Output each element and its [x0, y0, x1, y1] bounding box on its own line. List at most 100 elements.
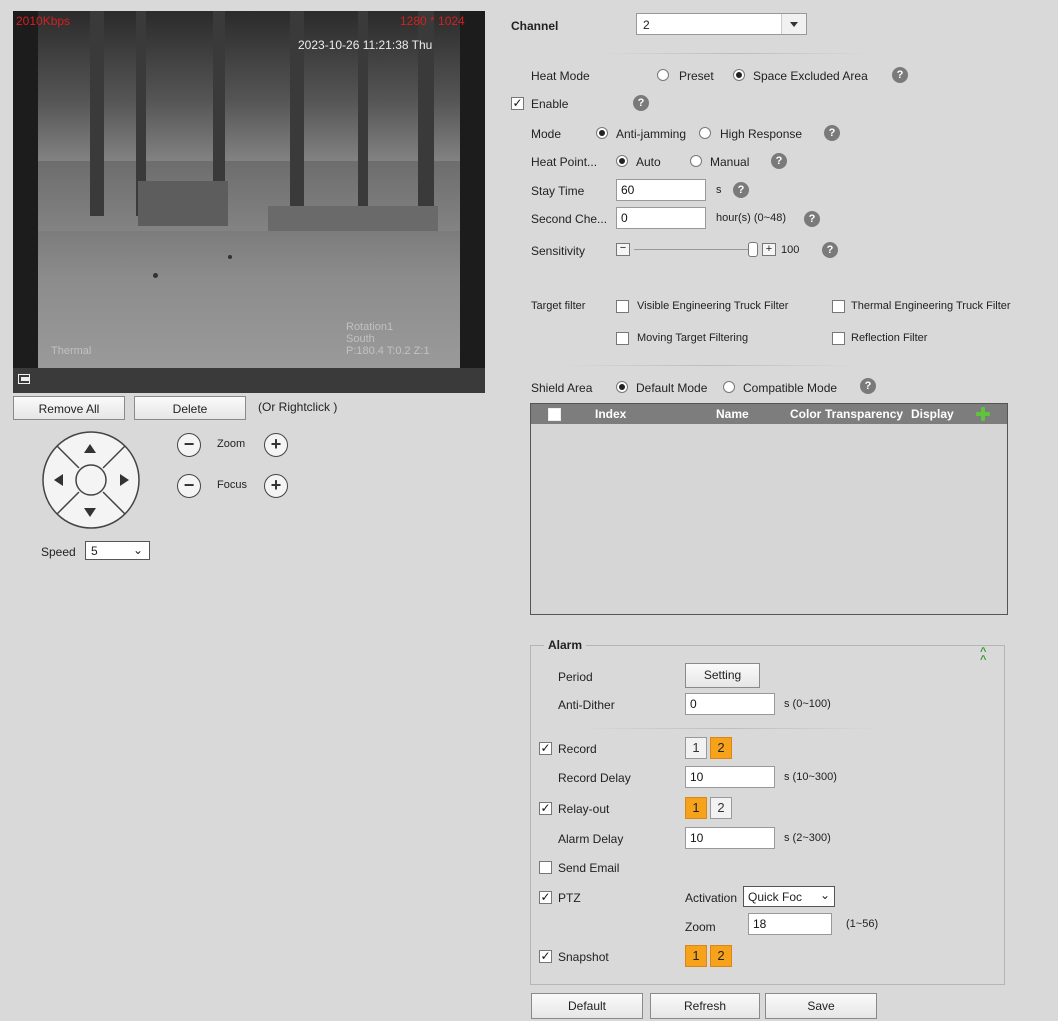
snapshot-checkbox[interactable]: ✓: [539, 950, 552, 963]
setting-button[interactable]: Setting: [685, 663, 760, 688]
resolution-overlay: 1280 * 1024: [400, 14, 465, 28]
shield-default-mode-label: Default Mode: [636, 381, 708, 395]
heat-mode-space-excluded-radio[interactable]: [733, 69, 745, 81]
column-name: Name: [716, 407, 749, 421]
heat-point-label: Heat Point...: [531, 155, 598, 169]
activation-value: Quick Foc: [748, 890, 803, 904]
second-check-input[interactable]: 0: [616, 207, 706, 229]
select-all-checkbox[interactable]: [548, 408, 561, 421]
thermal-truck-filter-checkbox[interactable]: [832, 300, 845, 313]
help-icon[interactable]: ?: [771, 153, 787, 169]
ptz-center-button[interactable]: [77, 466, 105, 494]
rightclick-hint: (Or Rightclick ): [258, 400, 338, 414]
sensitivity-decrease-button[interactable]: −: [616, 243, 630, 256]
visible-truck-filter-label: Visible Engineering Truck Filter: [637, 300, 789, 312]
ptz-zoom-input[interactable]: 18: [748, 913, 832, 935]
video-preview[interactable]: 2010Kbps 1280 * 1024 2023-10-26 11:21:38…: [13, 11, 485, 368]
zoom-out-button[interactable]: −: [177, 433, 201, 457]
record-label: Record: [558, 742, 597, 756]
enable-checkbox[interactable]: ✓: [511, 97, 524, 110]
remove-all-button[interactable]: Remove All: [13, 396, 125, 420]
help-icon[interactable]: ?: [860, 378, 876, 394]
column-transparency: Transparency: [825, 407, 904, 421]
visible-truck-filter-checkbox[interactable]: [616, 300, 629, 313]
send-email-label: Send Email: [558, 861, 620, 875]
record-channel-1[interactable]: 1: [685, 737, 707, 759]
heat-mode-preset-radio[interactable]: [657, 69, 669, 81]
add-icon[interactable]: [976, 407, 990, 421]
focus-out-button[interactable]: −: [177, 474, 201, 498]
ptz-label: PTZ: [558, 891, 581, 905]
stay-time-input[interactable]: 60: [616, 179, 706, 201]
reflection-filter-checkbox[interactable]: [832, 332, 845, 345]
relay-channel-1[interactable]: 1: [685, 797, 707, 819]
ptz-left-icon[interactable]: [54, 474, 63, 486]
shield-compatible-mode-label: Compatible Mode: [743, 381, 838, 395]
zoom-in-button[interactable]: +: [264, 433, 288, 457]
heat-point-manual-radio[interactable]: [690, 155, 702, 167]
record-checkbox[interactable]: ✓: [539, 742, 552, 755]
help-icon[interactable]: ?: [804, 211, 820, 227]
mode-anti-jamming-radio[interactable]: [596, 127, 608, 139]
relay-out-checkbox[interactable]: ✓: [539, 802, 552, 815]
moving-target-filter-checkbox[interactable]: [616, 332, 629, 345]
sensitivity-slider-handle[interactable]: [748, 242, 758, 257]
speed-value: 5: [91, 544, 98, 558]
speed-select[interactable]: 5 ⌄: [85, 541, 150, 560]
timestamp-overlay: 2023-10-26 11:21:38 Thu: [298, 38, 433, 52]
relay-channel-2[interactable]: 2: [710, 797, 732, 819]
mode-high-response-radio[interactable]: [699, 127, 711, 139]
sensitivity-increase-button[interactable]: +: [762, 243, 776, 256]
send-email-checkbox[interactable]: [539, 861, 552, 874]
shield-default-mode-radio[interactable]: [616, 381, 628, 393]
ptz-down-icon[interactable]: [84, 508, 96, 517]
sensitivity-slider-track[interactable]: [634, 249, 749, 250]
divider: [600, 53, 870, 54]
help-icon[interactable]: ?: [822, 242, 838, 258]
help-icon[interactable]: ?: [892, 67, 908, 83]
heat-mode-space-excluded-label: Space Excluded Area: [753, 69, 868, 83]
thermal-scene: [38, 11, 460, 368]
refresh-button[interactable]: Refresh: [650, 993, 760, 1019]
default-button[interactable]: Default: [531, 993, 643, 1019]
osd-ptz-position: P:180.4 T:0.2 Z:1: [346, 345, 430, 357]
help-icon[interactable]: ?: [633, 95, 649, 111]
ptz-zoom-unit: (1~56): [846, 918, 879, 930]
mode-high-response-label: High Response: [720, 127, 803, 141]
window-icon[interactable]: [18, 374, 30, 384]
ptz-checkbox[interactable]: ✓: [539, 891, 552, 904]
video-toolbar: [13, 368, 485, 393]
heat-mode-label: Heat Mode: [531, 69, 590, 83]
speed-label: Speed: [41, 545, 76, 559]
channel-select[interactable]: 2: [636, 13, 807, 35]
chevron-down-icon: ⌄: [132, 543, 143, 557]
anti-dither-input[interactable]: 0: [685, 693, 775, 715]
collapse-icon[interactable]: ^ ^: [980, 647, 986, 666]
mode-anti-jamming-label: Anti-jamming: [616, 127, 687, 141]
thermal-truck-filter-label: Thermal Engineering Truck Filter: [851, 300, 1011, 312]
bitrate-overlay: 2010Kbps: [16, 14, 71, 28]
snapshot-channel-2[interactable]: 2: [710, 945, 732, 967]
save-button[interactable]: Save: [765, 993, 877, 1019]
osd-direction: South: [346, 333, 375, 345]
help-icon[interactable]: ?: [733, 182, 749, 198]
ptz-right-icon[interactable]: [120, 474, 129, 486]
shield-compatible-mode-radio[interactable]: [723, 381, 735, 393]
delete-button[interactable]: Delete: [134, 396, 246, 420]
record-channel-2[interactable]: 2: [710, 737, 732, 759]
snapshot-label: Snapshot: [558, 950, 609, 964]
heat-point-auto-radio[interactable]: [616, 155, 628, 167]
focus-in-button[interactable]: +: [264, 474, 288, 498]
period-label: Period: [558, 670, 593, 684]
alarm-delay-input[interactable]: 10: [685, 827, 775, 849]
moving-target-filter-label: Moving Target Filtering: [637, 332, 749, 344]
alarm-delay-unit: s (2~300): [784, 832, 831, 844]
zoom-label: Zoom: [217, 438, 246, 450]
ptz-up-icon[interactable]: [84, 444, 96, 453]
mode-label: Mode: [531, 127, 562, 141]
snapshot-channel-1[interactable]: 1: [685, 945, 707, 967]
record-delay-input[interactable]: 10: [685, 766, 775, 788]
shield-area-table: Index Name Color Transparency Display: [530, 403, 1008, 615]
activation-select[interactable]: Quick Foc ⌄: [743, 886, 835, 907]
help-icon[interactable]: ?: [824, 125, 840, 141]
